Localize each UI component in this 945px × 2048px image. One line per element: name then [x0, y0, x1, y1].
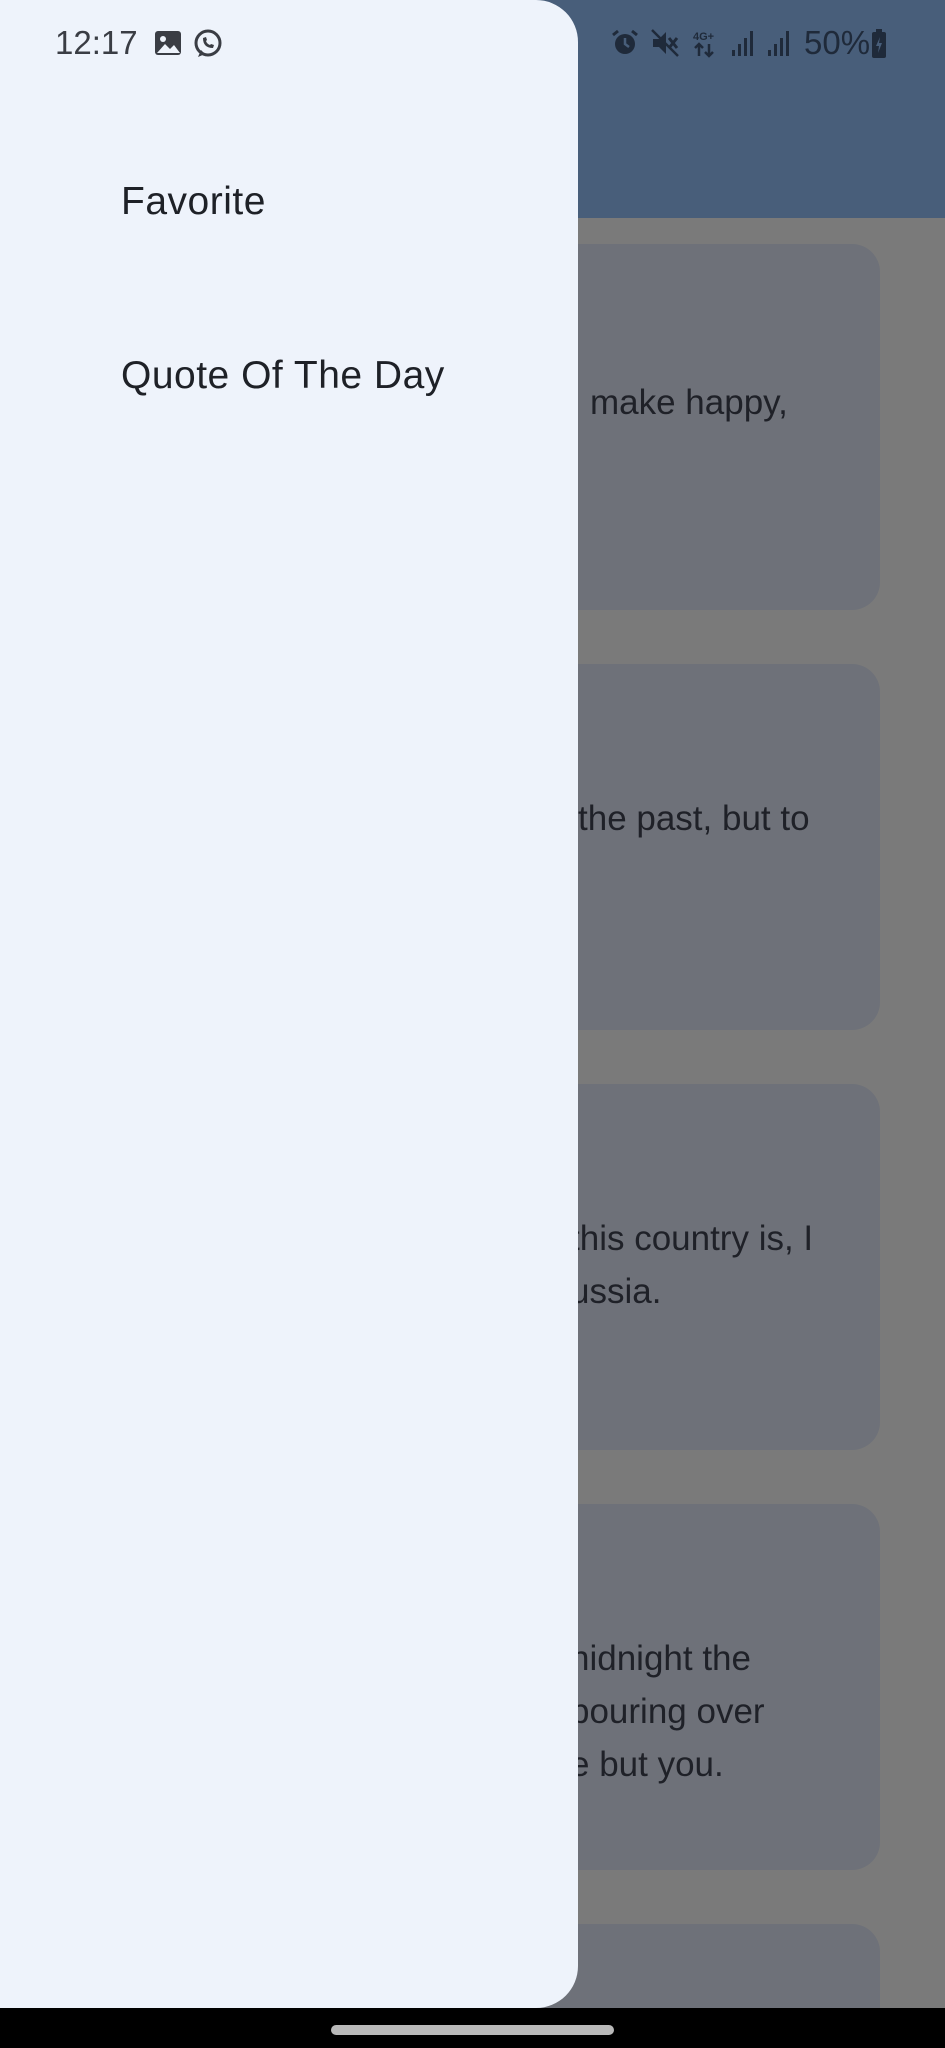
whatsapp-icon — [194, 29, 222, 57]
gallery-icon — [155, 31, 181, 55]
quote-text: the past, but to — [578, 799, 810, 838]
quote-text: this country is, I ussia. — [570, 1219, 814, 1311]
svg-text:4G+: 4G+ — [693, 31, 714, 43]
quote-text: nidnight the pouring over e but you. — [570, 1639, 765, 1784]
status-bar: 12:17 4G+ 50% — [0, 0, 945, 92]
quote-text: make happy, — [590, 383, 788, 422]
navigation-drawer: Favorite Quote Of The Day — [0, 0, 578, 2008]
battery-icon — [872, 29, 886, 58]
signal-icon — [732, 31, 753, 56]
signal-icon — [768, 31, 789, 56]
network-4g-icon: 4G+ — [693, 31, 714, 58]
system-nav-bar — [0, 2008, 945, 2048]
battery-percent: 50% — [804, 24, 871, 61]
alarm-icon — [612, 29, 638, 54]
mute-icon — [651, 29, 679, 57]
home-gesture-handle[interactable] — [331, 2025, 614, 2035]
drawer-item-favorite[interactable]: Favorite — [121, 180, 266, 224]
drawer-item-quote-of-the-day[interactable]: Quote Of The Day — [121, 354, 445, 398]
status-time: 12:17 — [55, 24, 138, 61]
